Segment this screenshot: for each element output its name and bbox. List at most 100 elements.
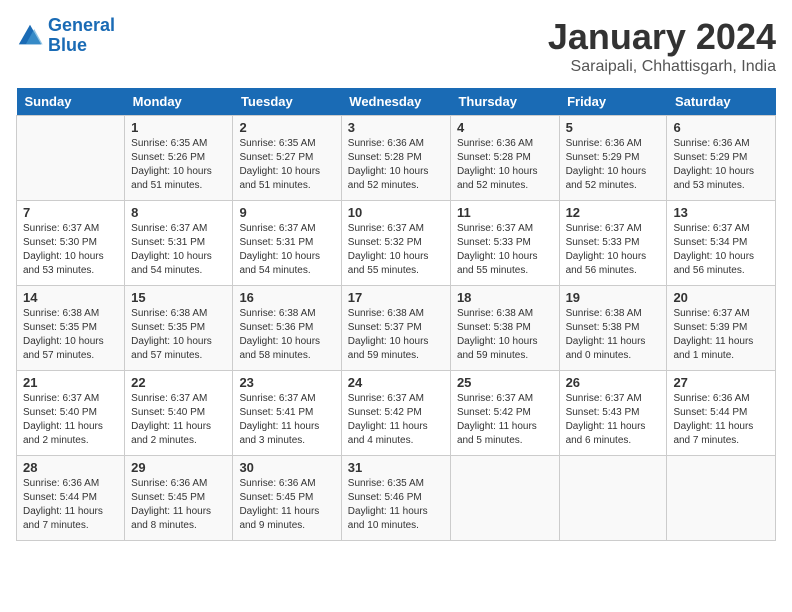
- calendar-cell: 9 Sunrise: 6:37 AM Sunset: 5:31 PM Daylig…: [233, 201, 341, 286]
- day-number: 27: [673, 375, 769, 390]
- day-number: 20: [673, 290, 769, 305]
- day-number: 28: [23, 460, 118, 475]
- day-info: Sunrise: 6:37 AM Sunset: 5:41 PM Dayligh…: [239, 392, 334, 448]
- day-info: Sunrise: 6:38 AM Sunset: 5:38 PM Dayligh…: [457, 307, 553, 363]
- day-number: 16: [239, 290, 334, 305]
- calendar-cell: 8 Sunrise: 6:37 AM Sunset: 5:31 PM Daylig…: [125, 201, 233, 286]
- day-info: Sunrise: 6:36 AM Sunset: 5:45 PM Dayligh…: [239, 477, 334, 533]
- calendar-cell: 31 Sunrise: 6:35 AM Sunset: 5:46 PM Dayli…: [341, 456, 450, 541]
- calendar-cell: 4Sunrise: 6:36 AM Sunset: 5:28 PM Daylig…: [450, 116, 559, 201]
- calendar-cell: 3 Sunrise: 6:36 AM Sunset: 5:28 PM Daylig…: [341, 116, 450, 201]
- day-number: 8: [131, 205, 226, 220]
- day-info: Sunrise: 6:37 AM Sunset: 5:31 PM Dayligh…: [131, 222, 226, 278]
- calendar-cell: 26Sunrise: 6:37 AM Sunset: 5:43 PM Dayli…: [559, 371, 667, 456]
- day-number: 30: [239, 460, 334, 475]
- day-info: Sunrise: 6:37 AM Sunset: 5:34 PM Dayligh…: [673, 222, 769, 278]
- day-info: Sunrise: 6:35 AM Sunset: 5:46 PM Dayligh…: [348, 477, 444, 533]
- day-info: Sunrise: 6:38 AM Sunset: 5:35 PM Dayligh…: [131, 307, 226, 363]
- page-header: General Blue January 2024 Saraipali, Chh…: [16, 16, 776, 76]
- calendar-cell: [559, 456, 667, 541]
- day-number: 6: [673, 120, 769, 135]
- day-info: Sunrise: 6:37 AM Sunset: 5:31 PM Dayligh…: [239, 222, 334, 278]
- calendar-cell: 7 Sunrise: 6:37 AM Sunset: 5:30 PM Daylig…: [17, 201, 125, 286]
- header-row: SundayMondayTuesdayWednesdayThursdayFrid…: [17, 88, 776, 116]
- day-number: 21: [23, 375, 118, 390]
- col-header-monday: Monday: [125, 88, 233, 116]
- calendar-cell: 21 Sunrise: 6:37 AM Sunset: 5:40 PM Dayli…: [17, 371, 125, 456]
- day-info: Sunrise: 6:37 AM Sunset: 5:42 PM Dayligh…: [348, 392, 444, 448]
- logo-line1: General: [48, 15, 115, 35]
- day-info: Sunrise: 6:38 AM Sunset: 5:36 PM Dayligh…: [239, 307, 334, 363]
- calendar-cell: 22Sunrise: 6:37 AM Sunset: 5:40 PM Dayli…: [125, 371, 233, 456]
- day-number: 12: [566, 205, 661, 220]
- day-info: Sunrise: 6:35 AM Sunset: 5:26 PM Dayligh…: [131, 137, 226, 193]
- day-number: 29: [131, 460, 226, 475]
- calendar-cell: 23 Sunrise: 6:37 AM Sunset: 5:41 PM Dayli…: [233, 371, 341, 456]
- calendar-cell: [667, 456, 776, 541]
- calendar-cell: 16 Sunrise: 6:38 AM Sunset: 5:36 PM Dayli…: [233, 286, 341, 371]
- day-info: Sunrise: 6:37 AM Sunset: 5:40 PM Dayligh…: [23, 392, 118, 448]
- day-number: 23: [239, 375, 334, 390]
- day-info: Sunrise: 6:36 AM Sunset: 5:29 PM Dayligh…: [566, 137, 661, 193]
- day-number: 31: [348, 460, 444, 475]
- calendar-cell: 6 Sunrise: 6:36 AM Sunset: 5:29 PM Daylig…: [667, 116, 776, 201]
- calendar-cell: 13 Sunrise: 6:37 AM Sunset: 5:34 PM Dayli…: [667, 201, 776, 286]
- day-info: Sunrise: 6:36 AM Sunset: 5:44 PM Dayligh…: [23, 477, 118, 533]
- day-number: 22: [131, 375, 226, 390]
- day-info: Sunrise: 6:37 AM Sunset: 5:33 PM Dayligh…: [566, 222, 661, 278]
- day-number: 7: [23, 205, 118, 220]
- calendar-cell: 11Sunrise: 6:37 AM Sunset: 5:33 PM Dayli…: [450, 201, 559, 286]
- logo-line2: Blue: [48, 35, 87, 55]
- day-info: Sunrise: 6:37 AM Sunset: 5:39 PM Dayligh…: [673, 307, 769, 363]
- calendar-cell: 12 Sunrise: 6:37 AM Sunset: 5:33 PM Dayli…: [559, 201, 667, 286]
- calendar-cell: 18 Sunrise: 6:38 AM Sunset: 5:38 PM Dayli…: [450, 286, 559, 371]
- calendar-cell: 27 Sunrise: 6:36 AM Sunset: 5:44 PM Dayli…: [667, 371, 776, 456]
- col-header-wednesday: Wednesday: [341, 88, 450, 116]
- day-number: 24: [348, 375, 444, 390]
- day-info: Sunrise: 6:38 AM Sunset: 5:38 PM Dayligh…: [566, 307, 661, 363]
- calendar-cell: [17, 116, 125, 201]
- day-number: 2: [239, 120, 334, 135]
- day-info: Sunrise: 6:35 AM Sunset: 5:27 PM Dayligh…: [239, 137, 334, 193]
- day-info: Sunrise: 6:37 AM Sunset: 5:42 PM Dayligh…: [457, 392, 553, 448]
- col-header-saturday: Saturday: [667, 88, 776, 116]
- day-number: 4: [457, 120, 553, 135]
- day-info: Sunrise: 6:37 AM Sunset: 5:30 PM Dayligh…: [23, 222, 118, 278]
- calendar-cell: 30 Sunrise: 6:36 AM Sunset: 5:45 PM Dayli…: [233, 456, 341, 541]
- day-number: 19: [566, 290, 661, 305]
- title-section: January 2024 Saraipali, Chhattisgarh, In…: [548, 16, 776, 76]
- logo: General Blue: [16, 16, 115, 56]
- day-number: 18: [457, 290, 553, 305]
- calendar-cell: 2 Sunrise: 6:35 AM Sunset: 5:27 PM Daylig…: [233, 116, 341, 201]
- day-info: Sunrise: 6:37 AM Sunset: 5:33 PM Dayligh…: [457, 222, 553, 278]
- day-number: 17: [348, 290, 444, 305]
- calendar-cell: 19 Sunrise: 6:38 AM Sunset: 5:38 PM Dayli…: [559, 286, 667, 371]
- logo-icon: [16, 22, 44, 50]
- calendar-table: SundayMondayTuesdayWednesdayThursdayFrid…: [16, 88, 776, 541]
- calendar-cell: 15 Sunrise: 6:38 AM Sunset: 5:35 PM Dayli…: [125, 286, 233, 371]
- week-row-2: 7 Sunrise: 6:37 AM Sunset: 5:30 PM Daylig…: [17, 201, 776, 286]
- calendar-cell: 28 Sunrise: 6:36 AM Sunset: 5:44 PM Dayli…: [17, 456, 125, 541]
- day-number: 13: [673, 205, 769, 220]
- calendar-cell: 10Sunrise: 6:37 AM Sunset: 5:32 PM Dayli…: [341, 201, 450, 286]
- day-info: Sunrise: 6:38 AM Sunset: 5:35 PM Dayligh…: [23, 307, 118, 363]
- week-row-4: 21 Sunrise: 6:37 AM Sunset: 5:40 PM Dayli…: [17, 371, 776, 456]
- day-info: Sunrise: 6:36 AM Sunset: 5:29 PM Dayligh…: [673, 137, 769, 193]
- day-info: Sunrise: 6:37 AM Sunset: 5:32 PM Dayligh…: [348, 222, 444, 278]
- main-title: January 2024: [548, 16, 776, 58]
- week-row-5: 28 Sunrise: 6:36 AM Sunset: 5:44 PM Dayli…: [17, 456, 776, 541]
- day-number: 25: [457, 375, 553, 390]
- day-number: 1: [131, 120, 226, 135]
- day-number: 9: [239, 205, 334, 220]
- week-row-3: 14Sunrise: 6:38 AM Sunset: 5:35 PM Dayli…: [17, 286, 776, 371]
- col-header-friday: Friday: [559, 88, 667, 116]
- day-info: Sunrise: 6:36 AM Sunset: 5:28 PM Dayligh…: [348, 137, 444, 193]
- calendar-cell: 29 Sunrise: 6:36 AM Sunset: 5:45 PM Dayli…: [125, 456, 233, 541]
- day-number: 26: [566, 375, 661, 390]
- day-info: Sunrise: 6:36 AM Sunset: 5:44 PM Dayligh…: [673, 392, 769, 448]
- col-header-thursday: Thursday: [450, 88, 559, 116]
- day-number: 3: [348, 120, 444, 135]
- col-header-tuesday: Tuesday: [233, 88, 341, 116]
- day-number: 15: [131, 290, 226, 305]
- day-info: Sunrise: 6:36 AM Sunset: 5:45 PM Dayligh…: [131, 477, 226, 533]
